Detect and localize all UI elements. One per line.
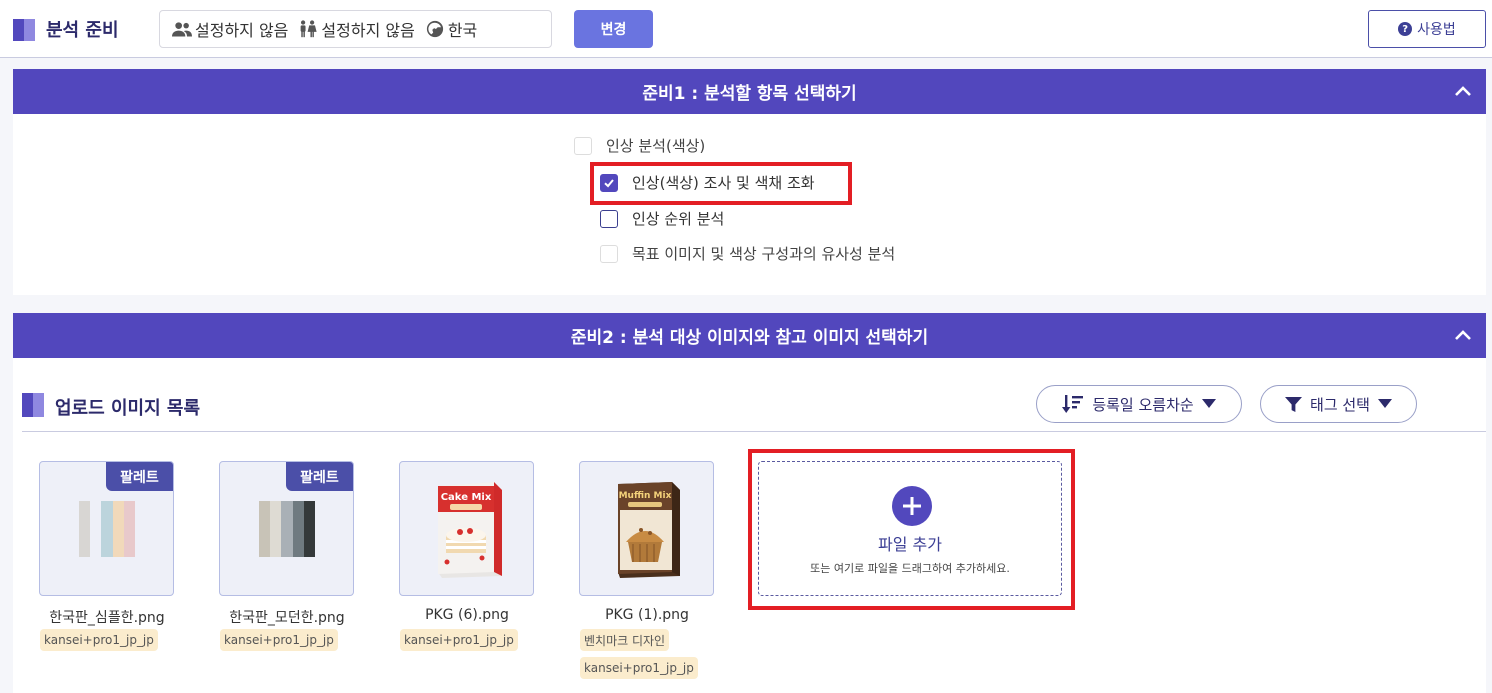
image-tag[interactable]: kansei+pro1_jp_jp: [580, 657, 698, 679]
palette-swatch: [79, 501, 91, 557]
option-similarity[interactable]: 목표 이미지 및 색상 구성과의 유사성 분석: [600, 243, 895, 264]
chevron-up-icon[interactable]: [1454, 82, 1472, 100]
palette-swatch: [270, 501, 282, 557]
tag-select-dropdown[interactable]: 태그 선택: [1260, 385, 1417, 423]
option-similarity-checkbox[interactable]: [600, 244, 618, 263]
caret-down-icon: [1377, 399, 1392, 408]
filter-region-label: 한국: [447, 21, 478, 40]
option-impression-ranking-label: 인상 순위 분석: [632, 210, 725, 228]
highlight-box: [748, 449, 1075, 610]
image-tag[interactable]: 벤치마크 디자인: [580, 629, 670, 651]
target-filter-summary: 설정하지 않음 설정하지 않음 한국: [159, 10, 552, 48]
palette-swatch: [101, 501, 113, 557]
step1-title: 준비1 : 분석할 항목 선택하기: [642, 84, 857, 104]
option-impression-ranking[interactable]: 인상 순위 분석: [600, 208, 724, 229]
step1-panel: 준비1 : 분석할 항목 선택하기 인상 분석(색상) 인상(색상) 조사 및 …: [13, 69, 1486, 295]
top-bar: 분석 준비 설정하지 않음 설정하지 않음 한국 변경 ? 사용법: [0, 0, 1492, 58]
palette-swatch: [90, 501, 102, 557]
step2-header[interactable]: 준비2 : 분석 대상 이미지와 참고 이미지 선택하기: [13, 313, 1486, 358]
page-title: 분석 준비: [46, 20, 119, 41]
image-tag[interactable]: kansei+pro1_jp_jp: [40, 629, 158, 651]
people-icon: [172, 22, 192, 37]
muffin-mix-box-image: Muffin Mix: [618, 482, 680, 578]
filter-gender: 설정하지 않음: [172, 17, 288, 41]
filter-gender-label: 설정하지 않음: [195, 21, 289, 40]
upload-list-title: 업로드 이미지 목록: [55, 398, 201, 419]
upload-list-header: 업로드 이미지 목록 등록일 오름차순 태그 선택: [22, 385, 1486, 432]
family-icon: [301, 20, 317, 38]
globe-icon: [426, 20, 443, 38]
box-brand-text: Muffin Mix: [619, 491, 672, 501]
option-impression-ranking-checkbox[interactable]: [600, 209, 618, 228]
filter-age-label: 설정하지 않음: [321, 21, 415, 40]
palette-swatch: [123, 501, 136, 557]
palette-swatch: [281, 501, 293, 557]
chevron-up-icon[interactable]: [1454, 326, 1472, 344]
image-card-thumbnail[interactable]: 팔레트: [219, 461, 354, 596]
palette-swatch: [112, 501, 124, 557]
sort-icon: [1062, 395, 1084, 413]
change-button[interactable]: 변경: [574, 10, 653, 48]
image-filename: 한국판_심플한.png: [49, 610, 165, 626]
filter-region: 한국: [425, 17, 477, 41]
tag-select-label: 태그 선택: [1310, 395, 1370, 414]
image-filename: PKG (6).png: [425, 607, 509, 623]
palette-swatch: [292, 501, 304, 557]
box-brand-text: Cake Mix: [441, 492, 492, 503]
option-impression-color-label: 인상 분석(색상): [606, 137, 706, 155]
step2-panel: 준비2 : 분석 대상 이미지와 참고 이미지 선택하기 업로드 이미지 목록 …: [13, 313, 1486, 693]
help-button-label: 사용법: [1417, 22, 1456, 38]
palette-swatch: [303, 501, 316, 557]
step1-header[interactable]: 준비1 : 분석할 항목 선택하기: [13, 69, 1486, 114]
question-icon: ?: [1398, 22, 1413, 36]
filter-age: 설정하지 않음: [298, 17, 415, 41]
brand-mark-icon: [13, 19, 35, 41]
section-mark-icon: [22, 393, 44, 417]
image-card-thumbnail[interactable]: 팔레트: [39, 461, 174, 596]
image-tag[interactable]: kansei+pro1_jp_jp: [400, 629, 518, 651]
image-tag[interactable]: kansei+pro1_jp_jp: [220, 629, 338, 651]
sort-dropdown[interactable]: 등록일 오름차순: [1036, 385, 1242, 423]
palette-swatch: [259, 501, 271, 557]
step2-title: 준비2 : 분석 대상 이미지와 참고 이미지 선택하기: [570, 328, 929, 348]
sort-label: 등록일 오름차순: [1092, 395, 1194, 414]
highlight-box: [590, 162, 852, 205]
image-filename: PKG (1).png: [605, 607, 689, 623]
image-card-thumbnail[interactable]: Cake Mix: [399, 461, 534, 596]
option-impression-color-checkbox[interactable]: [574, 136, 592, 155]
caret-down-icon: [1201, 399, 1216, 408]
palette-badge: 팔레트: [106, 462, 173, 491]
image-card-thumbnail[interactable]: Muffin Mix: [579, 461, 714, 596]
filter-icon: [1285, 396, 1303, 412]
palette-swatches: [259, 501, 316, 557]
palette-swatches: [79, 501, 136, 557]
palette-badge: 팔레트: [286, 462, 353, 491]
option-similarity-label: 목표 이미지 및 색상 구성과의 유사성 분석: [632, 245, 896, 263]
help-button[interactable]: ? 사용법: [1368, 10, 1486, 48]
image-filename: 한국판_모던한.png: [229, 610, 345, 626]
option-impression-color[interactable]: 인상 분석(색상): [574, 135, 705, 156]
cake-mix-box-image: Cake Mix: [438, 482, 502, 578]
